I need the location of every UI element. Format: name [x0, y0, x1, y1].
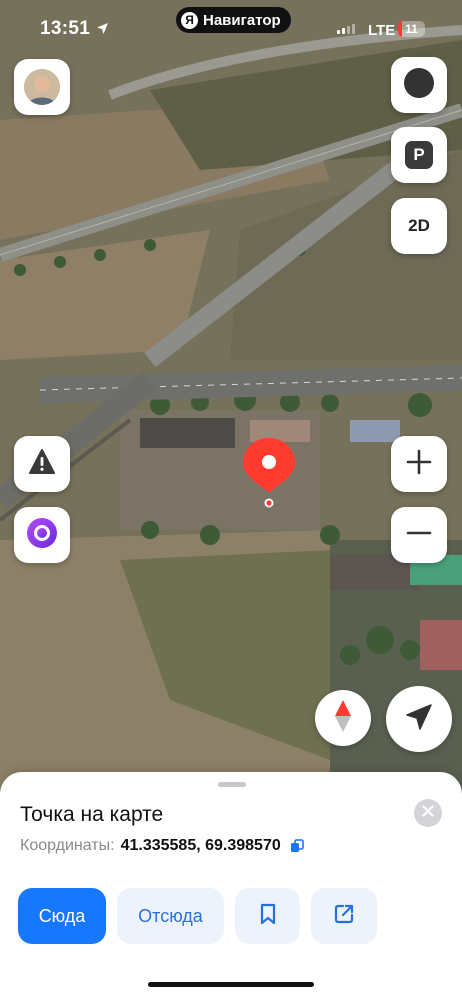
place-card-sheet: Точка на карте Координаты: 41.335585, 69… [0, 772, 462, 999]
coordinates-value[interactable]: 41.335585, 69.398570 [121, 837, 281, 855]
avatar [24, 69, 60, 105]
action-buttons: Сюда Отсюда [18, 888, 377, 944]
battery-level: 11 [405, 22, 418, 36]
zoom-in-button[interactable] [391, 436, 447, 492]
map-pin[interactable] [241, 436, 297, 510]
status-bar: 13:51 Я Навигатор LTE 11 [0, 0, 462, 52]
view-mode-label: 2D [408, 216, 430, 235]
zoom-out-button[interactable] [391, 507, 447, 563]
network-type: LTE [368, 22, 396, 39]
back-to-app-pill[interactable]: Я Навигатор [176, 7, 291, 33]
road-alert-icon [28, 448, 56, 481]
parking-icon: P [405, 141, 433, 169]
close-icon [422, 804, 434, 822]
map-imagery [0, 0, 462, 800]
alice-assistant-icon [26, 517, 58, 554]
coordinates-row: Координаты: 41.335585, 69.398570 [20, 837, 304, 855]
bookmark-button[interactable] [235, 888, 300, 944]
road-alert-button[interactable] [14, 436, 70, 492]
alice-assistant-button[interactable] [14, 507, 70, 563]
cellular-signal-icon [337, 24, 355, 34]
layers-button[interactable] [391, 57, 447, 113]
bookmark-icon [259, 903, 277, 930]
profile-button[interactable] [14, 59, 70, 115]
sheet-grabber[interactable] [218, 782, 246, 787]
home-indicator[interactable] [148, 982, 314, 987]
layers-icon [402, 66, 436, 105]
coordinates-label: Координаты: [20, 837, 115, 854]
close-button[interactable] [414, 799, 442, 827]
parking-button[interactable]: P [391, 127, 447, 183]
back-to-app-label: Навигатор [203, 11, 281, 29]
copy-icon[interactable] [290, 839, 304, 853]
route-here-button[interactable]: Сюда [18, 888, 106, 944]
minus-icon [406, 520, 432, 551]
route-from-button[interactable]: Отсюда [117, 888, 224, 944]
share-button[interactable] [311, 888, 377, 944]
location-arrow-icon [405, 703, 433, 736]
location-services-icon [96, 22, 109, 40]
my-location-button[interactable] [386, 686, 452, 752]
battery-icon: 11 [398, 21, 425, 37]
compass-icon [332, 699, 354, 738]
yandex-logo: Я [181, 11, 198, 29]
plus-icon [406, 449, 432, 480]
share-icon [333, 903, 355, 930]
satellite-map[interactable] [0, 0, 462, 800]
compass-button[interactable] [315, 690, 371, 746]
status-time: 13:51 [40, 18, 91, 39]
view-mode-button[interactable]: 2D [391, 198, 447, 254]
place-title: Точка на карте [20, 803, 164, 826]
